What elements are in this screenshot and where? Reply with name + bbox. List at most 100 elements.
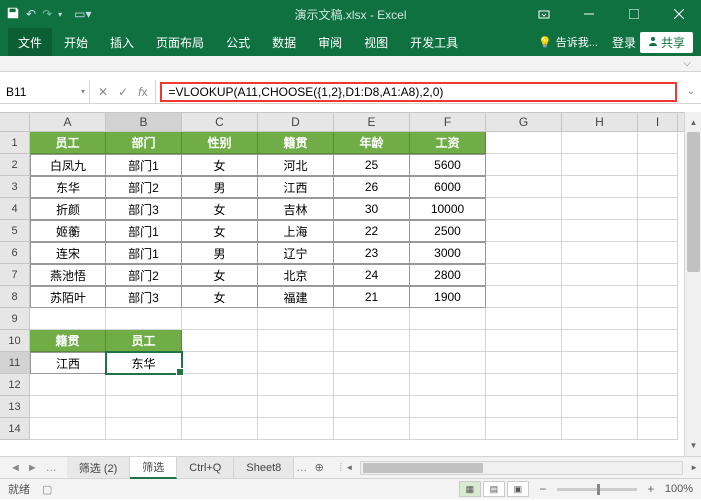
qat-dropdown-icon[interactable]: ▾ (58, 10, 62, 19)
cell[interactable] (334, 308, 410, 330)
cell[interactable] (334, 374, 410, 396)
col-header[interactable]: G (486, 113, 562, 131)
cell[interactable] (106, 374, 182, 396)
ribbon-options-icon[interactable] (521, 0, 566, 28)
cell[interactable] (486, 396, 562, 418)
cell[interactable] (486, 418, 562, 440)
cell[interactable]: 5600 (410, 154, 486, 176)
row-header[interactable]: 9 (0, 308, 30, 330)
cell[interactable] (486, 264, 562, 286)
cell[interactable] (410, 308, 486, 330)
cell[interactable]: 吉林 (258, 198, 334, 220)
cell[interactable]: 燕池悟 (30, 264, 106, 286)
formula-input[interactable]: =VLOOKUP(A11,CHOOSE({1,2},D1:D8,A1:A8),2… (160, 82, 677, 102)
cell[interactable] (638, 330, 678, 352)
cell[interactable]: 东华 (30, 176, 106, 198)
cell[interactable] (182, 308, 258, 330)
row-header[interactable]: 1 (0, 132, 30, 154)
cell[interactable] (562, 374, 638, 396)
zoom-in-button[interactable]: + (645, 482, 657, 496)
cell[interactable] (638, 352, 678, 374)
view-layout-button[interactable]: ▤ (483, 481, 505, 497)
scroll-thumb[interactable] (687, 132, 700, 272)
cell[interactable] (638, 264, 678, 286)
row-header[interactable]: 13 (0, 396, 30, 418)
cell[interactable]: 女 (182, 220, 258, 242)
cell[interactable]: 东华 (106, 352, 182, 374)
row-header[interactable]: 10 (0, 330, 30, 352)
cell[interactable] (486, 308, 562, 330)
cell[interactable] (562, 220, 638, 242)
row-header[interactable]: 5 (0, 220, 30, 242)
cell[interactable] (486, 286, 562, 308)
cell[interactable] (258, 330, 334, 352)
ribbon-collapse[interactable]: ⌵ (0, 56, 701, 72)
cell[interactable] (410, 330, 486, 352)
cell[interactable]: 24 (334, 264, 410, 286)
cell[interactable]: 北京 (258, 264, 334, 286)
cell[interactable] (182, 396, 258, 418)
cell[interactable]: 连宋 (30, 242, 106, 264)
cell[interactable] (30, 396, 106, 418)
table-header-cell[interactable]: 工资 (410, 132, 486, 154)
tab-file[interactable]: 文件 (8, 28, 52, 56)
cell[interactable] (486, 198, 562, 220)
cell[interactable] (334, 396, 410, 418)
cell[interactable] (638, 286, 678, 308)
cell[interactable] (410, 418, 486, 440)
hscroll-thumb[interactable] (363, 463, 483, 473)
macro-record-icon[interactable]: ▢ (42, 483, 52, 496)
tab-formulas[interactable]: 公式 (216, 28, 260, 56)
hscroll-left-icon[interactable]: ◄ (342, 463, 356, 472)
scroll-up-icon[interactable]: ▲ (685, 114, 701, 131)
cell[interactable] (486, 154, 562, 176)
cell[interactable] (182, 352, 258, 374)
cell[interactable]: 22 (334, 220, 410, 242)
cell[interactable] (638, 396, 678, 418)
cell[interactable] (638, 374, 678, 396)
minimize-button[interactable] (566, 0, 611, 28)
zoom-out-button[interactable]: − (537, 482, 549, 496)
cell[interactable] (334, 352, 410, 374)
horizontal-scrollbar[interactable] (360, 461, 683, 475)
cell[interactable]: 上海 (258, 220, 334, 242)
cell[interactable]: 白凤九 (30, 154, 106, 176)
cell[interactable] (562, 198, 638, 220)
col-header[interactable]: A (30, 113, 106, 131)
tab-nav-first-icon[interactable]: ◄ (10, 462, 21, 474)
cell[interactable] (638, 418, 678, 440)
cell[interactable] (562, 418, 638, 440)
cell[interactable] (182, 418, 258, 440)
cell[interactable] (106, 418, 182, 440)
table-header-cell[interactable]: 部门 (106, 132, 182, 154)
cell[interactable]: 福建 (258, 286, 334, 308)
cell[interactable] (562, 242, 638, 264)
cell[interactable] (638, 308, 678, 330)
tab-insert[interactable]: 插入 (100, 28, 144, 56)
cell[interactable]: 女 (182, 198, 258, 220)
maximize-button[interactable] (611, 0, 656, 28)
cell[interactable] (562, 352, 638, 374)
cell[interactable]: 河北 (258, 154, 334, 176)
cell[interactable] (562, 264, 638, 286)
tab-review[interactable]: 审阅 (308, 28, 352, 56)
tab-view[interactable]: 视图 (354, 28, 398, 56)
cell[interactable]: 姬蘅 (30, 220, 106, 242)
cell[interactable] (486, 176, 562, 198)
cell[interactable] (638, 198, 678, 220)
cell[interactable] (486, 330, 562, 352)
table-header-cell[interactable]: 籍贯 (30, 330, 106, 352)
cell[interactable]: 2500 (410, 220, 486, 242)
cell[interactable] (638, 220, 678, 242)
cell[interactable] (562, 286, 638, 308)
cell[interactable] (486, 132, 562, 154)
cell[interactable]: 苏陌叶 (30, 286, 106, 308)
cell[interactable]: 男 (182, 242, 258, 264)
cell[interactable] (410, 352, 486, 374)
cell[interactable]: 男 (182, 176, 258, 198)
cell[interactable]: 江西 (258, 176, 334, 198)
col-header[interactable]: D (258, 113, 334, 131)
cell[interactable] (30, 418, 106, 440)
cell[interactable]: 部门1 (106, 154, 182, 176)
cell[interactable] (486, 374, 562, 396)
